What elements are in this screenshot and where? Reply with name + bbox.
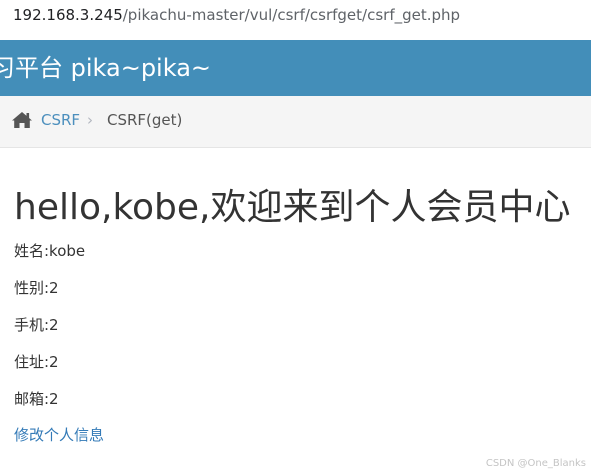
breadcrumb-current: CSRF(get): [107, 111, 183, 129]
watermark: CSDN @One_Blanks: [485, 458, 586, 469]
site-title: 习平台 pika~pika~: [0, 54, 212, 82]
info-gender: 性别:2: [14, 279, 59, 297]
breadcrumb-separator-icon: ›: [87, 111, 93, 129]
url-text[interactable]: 192.168.3.245/pikachu-master/vul/csrf/cs…: [13, 5, 460, 25]
info-name: 姓名:kobe: [14, 242, 86, 260]
info-phone: 手机:2: [14, 316, 59, 334]
breadcrumb-link-csrf[interactable]: CSRF: [41, 110, 80, 130]
info-email: 邮箱:2: [14, 390, 59, 408]
info-address: 住址:2: [14, 353, 59, 371]
url-path: /pikachu-master/vul/csrf/csrfget/csrf_ge…: [122, 6, 461, 24]
edit-profile-link[interactable]: 修改个人信息: [14, 425, 104, 445]
breadcrumb: CSRF › CSRF(get): [0, 96, 591, 148]
page: 192.168.3.245/pikachu-master/vul/csrf/cs…: [0, 0, 591, 476]
url-host: 192.168.3.245: [13, 6, 123, 24]
address-bar[interactable]: 192.168.3.245/pikachu-master/vul/csrf/cs…: [0, 0, 591, 36]
home-icon[interactable]: [11, 111, 33, 129]
site-header: 习平台 pika~pika~: [0, 40, 591, 96]
page-title: hello,kobe,欢迎来到个人会员中心: [14, 187, 571, 228]
